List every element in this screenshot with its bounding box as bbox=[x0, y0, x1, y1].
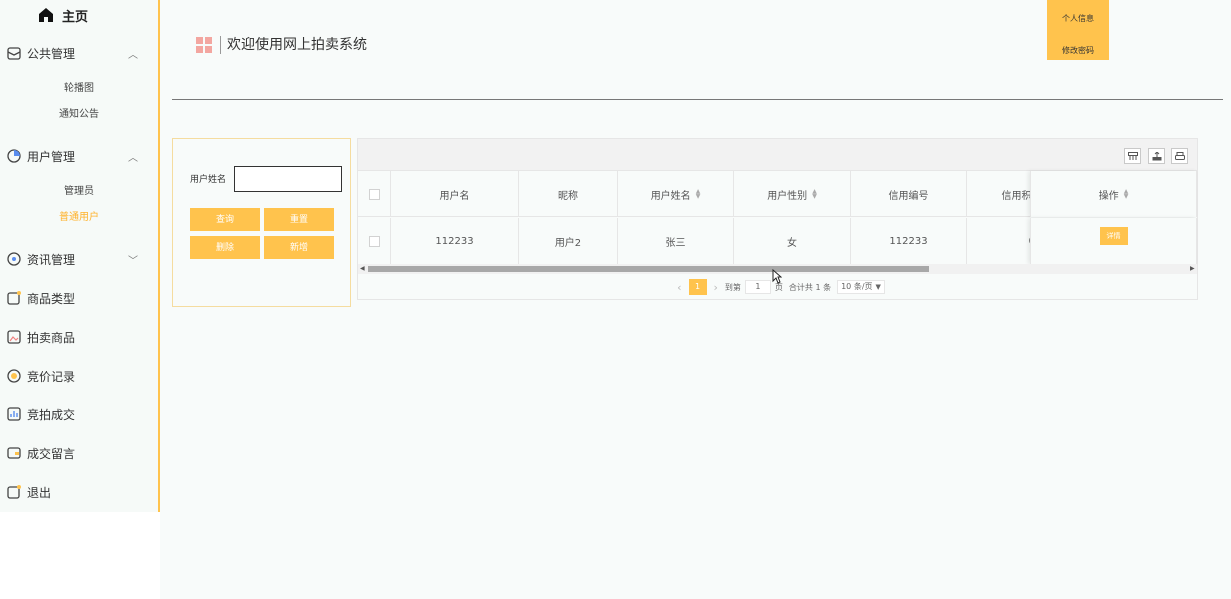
scrollbar-thumb[interactable] bbox=[368, 266, 929, 272]
sidebar-item-normal-user[interactable]: 普通用户 bbox=[0, 211, 158, 225]
column-header-credit-no: 信用编号 bbox=[851, 171, 967, 217]
sidebar-group-label: 用户管理 bbox=[27, 149, 76, 164]
sidebar-item-label: 退出 bbox=[27, 485, 52, 500]
cell-gender: 女 bbox=[734, 218, 851, 264]
sidebar-group-label: 资讯管理 bbox=[27, 252, 76, 267]
menu-item-profile[interactable]: 个人信息 bbox=[1047, 13, 1109, 24]
home-icon bbox=[39, 8, 53, 22]
column-header-gender[interactable]: 用户性别 ▲ ▼ bbox=[734, 171, 851, 217]
goto-label: 到第 bbox=[724, 282, 741, 292]
sidebar-item-carousel[interactable]: 轮播图 bbox=[0, 82, 158, 96]
column-header-label: 用户性别 bbox=[767, 190, 808, 202]
column-header-action[interactable]: 操作 ▲ ▼ bbox=[1030, 171, 1197, 217]
sidebar-item-label: 成交留言 bbox=[27, 446, 76, 461]
query-button[interactable]: 查询 bbox=[190, 208, 260, 231]
chart-icon bbox=[6, 406, 22, 422]
header-rule bbox=[172, 99, 1223, 100]
search-panel: 用户姓名 查询 重置 删除 新增 bbox=[172, 138, 351, 307]
username-search-input[interactable] bbox=[234, 166, 342, 192]
column-filter-icon[interactable] bbox=[1124, 148, 1141, 164]
sidebar-item-label: 竞拍成交 bbox=[27, 407, 76, 422]
sidebar-item-deal-messages[interactable]: 成交留言 bbox=[0, 443, 158, 463]
column-header-label: 信用积 bbox=[1001, 190, 1032, 202]
add-button[interactable]: 新增 bbox=[264, 236, 334, 259]
sidebar-item-label: 竞价记录 bbox=[27, 369, 76, 384]
user-circle-icon bbox=[6, 148, 22, 164]
next-page-icon[interactable]: › bbox=[714, 281, 718, 294]
scroll-right-arrow-icon[interactable]: ▶ bbox=[1190, 264, 1195, 274]
header-divider bbox=[220, 36, 221, 54]
menu-item-change-password[interactable]: 修改密码 bbox=[1047, 45, 1109, 56]
sidebar-footer-space bbox=[0, 512, 160, 599]
reset-button[interactable]: 重置 bbox=[264, 208, 334, 231]
export-icon[interactable] bbox=[1148, 148, 1165, 164]
username-field-label: 用户姓名 bbox=[190, 175, 227, 185]
cell-realname: 张三 bbox=[618, 218, 734, 264]
row-checkbox[interactable] bbox=[368, 235, 380, 247]
table-header: 用户名 昵称 用户姓名 ▲ ▼ 用户性别 ▲ ▼ 信用编号 信用积 操作 ▲ ▼ bbox=[358, 171, 1197, 217]
column-header-username: 用户名 bbox=[391, 171, 519, 217]
table-row[interactable]: 112233 用户2 张三 女 112233 0 详情 bbox=[358, 218, 1197, 264]
cell-action: 详情 bbox=[1030, 218, 1197, 264]
chevron-up-icon: ︿ bbox=[128, 49, 138, 61]
column-header-label: 操作 bbox=[1098, 190, 1119, 202]
chevron-up-icon: ︿ bbox=[128, 152, 138, 164]
file-icon bbox=[6, 290, 22, 306]
sidebar-group-label: 公共管理 bbox=[27, 46, 76, 61]
cell-nickname: 用户2 bbox=[519, 218, 618, 264]
info-circle-icon bbox=[6, 251, 22, 267]
page-size-select[interactable]: 10 条/页 ▼ bbox=[837, 280, 885, 294]
mouse-cursor-icon bbox=[772, 269, 782, 284]
sort-icon[interactable]: ▲ ▼ bbox=[1124, 189, 1129, 200]
total-count-text: 合计共 1 条 bbox=[788, 282, 832, 292]
goto-page-input[interactable]: 1 bbox=[744, 280, 771, 294]
sort-icon[interactable]: ▲ ▼ bbox=[696, 189, 701, 200]
image-icon bbox=[6, 329, 22, 345]
home-label: 主页 bbox=[62, 9, 89, 25]
cell-credit-no: 112233 bbox=[851, 218, 967, 264]
wallet-icon bbox=[6, 445, 22, 461]
exit-icon bbox=[6, 484, 22, 500]
chevron-down-icon: ▼ bbox=[875, 283, 881, 291]
delete-button[interactable]: 删除 bbox=[190, 236, 260, 259]
sidebar-group-news[interactable]: 资讯管理 ﹀ bbox=[0, 249, 158, 269]
sidebar-group-users[interactable]: 用户管理 ︿ bbox=[0, 146, 158, 166]
page-size-value: 10 条/页 bbox=[841, 282, 873, 291]
column-header-label: 用户名 bbox=[439, 190, 470, 202]
row-select-cell bbox=[358, 218, 391, 264]
scroll-left-arrow-icon[interactable]: ◀ bbox=[360, 264, 365, 274]
column-header-realname[interactable]: 用户姓名 ▲ ▼ bbox=[618, 171, 734, 217]
detail-button[interactable]: 详情 bbox=[1099, 227, 1128, 245]
sidebar-item-logout[interactable]: 退出 bbox=[0, 482, 158, 502]
sidebar-item-bid-records[interactable]: 竞价记录 bbox=[0, 366, 158, 386]
sidebar-item-product-type[interactable]: 商品类型 bbox=[0, 288, 158, 308]
select-all-checkbox[interactable] bbox=[368, 188, 380, 200]
sidebar-item-notice[interactable]: 通知公告 bbox=[0, 108, 158, 122]
chevron-down-icon: ﹀ bbox=[128, 255, 138, 267]
column-header-label: 信用编号 bbox=[888, 190, 929, 202]
coin-icon bbox=[6, 368, 22, 384]
page-title: 欢迎使用网上拍卖系统 bbox=[227, 37, 367, 53]
sidebar-item-auction-goods[interactable]: 拍卖商品 bbox=[0, 327, 158, 347]
sidebar-group-public[interactable]: 公共管理 ︿ bbox=[0, 43, 158, 63]
home-link[interactable]: 主页 bbox=[38, 6, 89, 25]
column-header-label: 昵称 bbox=[558, 190, 578, 202]
sidebar: 主页 公共管理 ︿ 轮播图 通知公告 用户管理 ︿ 管理员 普通用户 资讯管理 … bbox=[0, 0, 160, 512]
sidebar-item-label: 拍卖商品 bbox=[27, 330, 76, 345]
cell-username: 112233 bbox=[391, 218, 519, 264]
user-dropdown-menu: 个人信息 修改密码 bbox=[1047, 0, 1109, 60]
print-icon[interactable] bbox=[1171, 148, 1188, 164]
page-number-current[interactable]: 1 bbox=[688, 279, 707, 295]
sort-icon[interactable]: ▲ ▼ bbox=[812, 189, 817, 200]
mail-icon bbox=[6, 45, 22, 61]
grid-icon bbox=[196, 37, 212, 53]
table-toolbar bbox=[358, 139, 1197, 171]
column-header-label: 用户姓名 bbox=[650, 190, 691, 202]
select-all-cell bbox=[358, 171, 391, 217]
prev-page-icon[interactable]: ‹ bbox=[677, 281, 681, 294]
sidebar-item-label: 商品类型 bbox=[27, 291, 76, 306]
sidebar-item-admin[interactable]: 管理员 bbox=[0, 185, 158, 199]
sidebar-item-deals[interactable]: 竞拍成交 bbox=[0, 404, 158, 424]
column-header-nickname: 昵称 bbox=[519, 171, 618, 217]
